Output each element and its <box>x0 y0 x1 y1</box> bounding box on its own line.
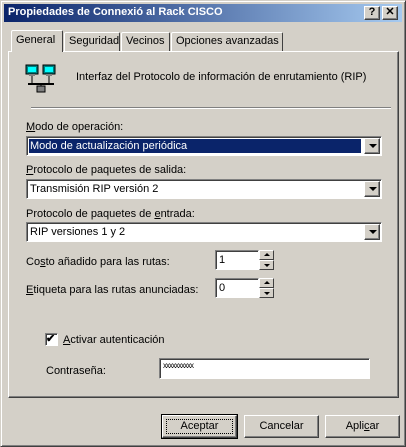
route-tag-up-button[interactable] <box>259 278 274 288</box>
tab-general[interactable]: General <box>11 30 63 52</box>
incoming-protocol-value: RIP versiones 1 y 2 <box>30 226 126 238</box>
route-tag-value: 0 <box>219 282 226 294</box>
help-icon: ? <box>368 6 376 18</box>
focus-rect <box>166 419 233 434</box>
password-label: Contraseña: <box>46 365 106 377</box>
checkmark-icon: ✔ <box>46 333 56 345</box>
tab-seguridad[interactable]: Seguridad <box>64 32 120 52</box>
route-cost-spinner[interactable] <box>259 250 274 270</box>
route-tag-spinner[interactable] <box>259 278 274 298</box>
chevron-down-icon <box>369 144 377 148</box>
arrow-up-icon <box>264 253 270 256</box>
enable-auth-checkbox[interactable]: ✔ <box>45 333 58 346</box>
arrow-down-icon <box>264 292 270 295</box>
route-tag-down-button[interactable] <box>259 288 274 298</box>
title-bar[interactable]: Propiedades de Connexió al Rack CISCO ? … <box>4 4 402 22</box>
outgoing-protocol-select[interactable]: Transmisión RIP versión 2 <box>26 179 382 199</box>
accept-button[interactable]: Aceptar <box>161 414 238 439</box>
incoming-protocol-label: Protocolo de paquetes de entrada: <box>26 208 195 220</box>
route-cost-down-button[interactable] <box>259 260 274 270</box>
operation-mode-label: Modo de operación: <box>26 121 124 133</box>
arrow-down-icon <box>264 264 270 267</box>
separator <box>31 107 391 109</box>
chevron-down-icon <box>369 187 377 191</box>
operation-mode-value: Modo de actualización periódica <box>28 138 362 154</box>
route-cost-value: 1 <box>219 254 226 266</box>
apply-button-label: Aplicar <box>345 420 380 432</box>
incoming-protocol-select[interactable]: RIP versiones 1 y 2 <box>26 222 382 242</box>
arrow-up-icon <box>264 281 270 284</box>
route-cost-label: Costo añadido para las rutas: <box>26 256 170 268</box>
incoming-protocol-dropdown-button[interactable] <box>364 224 380 240</box>
tab-opciones-avanzadas[interactable]: Opciones avanzadas <box>171 32 283 52</box>
network-computers-icon <box>25 64 57 94</box>
tab-vecinos-label: Vecinos <box>126 35 165 47</box>
route-tag-input[interactable]: 0 <box>215 278 259 298</box>
route-tag-label: Etiqueta para las rutas anunciadas: <box>26 284 199 296</box>
operation-mode-select[interactable]: Modo de actualización periódica <box>26 136 382 156</box>
password-value: xxxxxxxxxx <box>163 361 194 370</box>
route-cost-up-button[interactable] <box>259 250 274 260</box>
route-cost-input[interactable]: 1 <box>215 250 259 270</box>
enable-auth-label[interactable]: Activar autenticación <box>63 334 165 346</box>
help-button[interactable]: ? <box>364 6 380 20</box>
password-field[interactable]: xxxxxxxxxx <box>159 358 370 379</box>
tab-seguridad-label: Seguridad <box>69 35 120 47</box>
properties-dialog: Propiedades de Connexió al Rack CISCO ? … <box>0 0 406 447</box>
outgoing-protocol-value: Transmisión RIP versión 2 <box>30 183 159 195</box>
outgoing-protocol-dropdown-button[interactable] <box>364 181 380 197</box>
window-title: Propiedades de Connexió al Rack CISCO <box>8 6 223 18</box>
cancel-button-label: Cancelar <box>259 420 304 432</box>
tab-general-label: General <box>16 34 56 46</box>
tab-vecinos[interactable]: Vecinos <box>121 32 170 52</box>
chevron-down-icon <box>369 230 377 234</box>
cancel-button[interactable]: Cancelar <box>244 415 319 438</box>
close-button[interactable]: ✕ <box>382 6 398 20</box>
close-icon: ✕ <box>385 6 395 18</box>
apply-button[interactable]: Aplicar <box>325 415 400 438</box>
outgoing-protocol-label: Protocolo de paquetes de salida: <box>26 164 187 176</box>
operation-mode-dropdown-button[interactable] <box>364 138 380 154</box>
general-tab-panel: Interfaz del Protocolo de información de… <box>8 51 399 398</box>
interface-description: Interfaz del Protocolo de información de… <box>76 71 367 83</box>
tab-opciones-avanzadas-label: Opciones avanzadas <box>176 35 279 47</box>
